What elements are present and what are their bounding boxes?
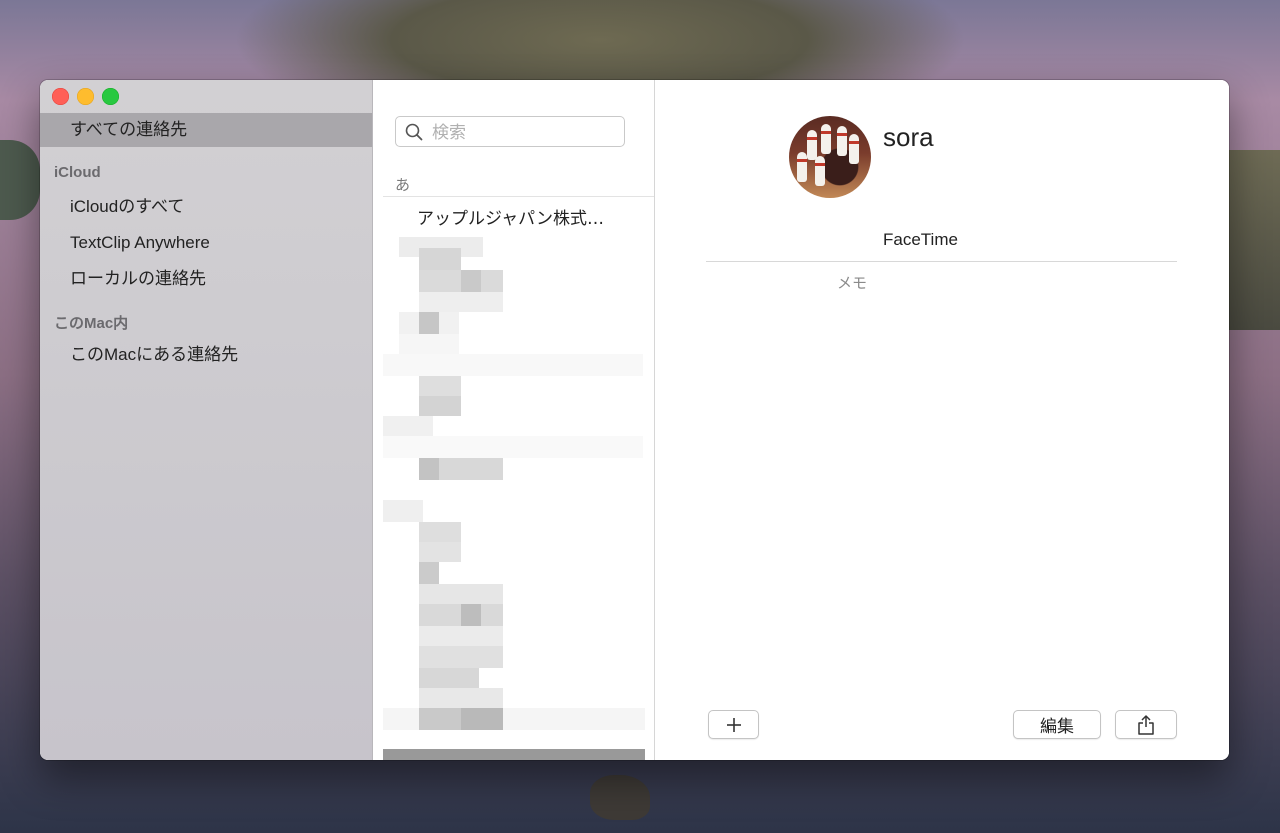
contact-row-apple-japan[interactable]: アップルジャパン株式… bbox=[417, 204, 604, 229]
contact-detail-pane: sora FaceTime メモ 編集 bbox=[655, 80, 1229, 760]
sidebar-header-icloud: iCloud bbox=[54, 164, 101, 181]
contact-avatar[interactable] bbox=[789, 116, 871, 198]
edit-button[interactable]: 編集 bbox=[1013, 710, 1101, 739]
search-field[interactable] bbox=[395, 116, 625, 147]
share-button[interactable] bbox=[1115, 710, 1177, 739]
detail-divider bbox=[706, 261, 1177, 262]
search-icon bbox=[405, 123, 423, 141]
section-header-a: あ bbox=[395, 176, 411, 194]
maximize-button[interactable] bbox=[102, 88, 119, 105]
section-divider bbox=[383, 196, 654, 197]
minimize-button[interactable] bbox=[77, 88, 94, 105]
desktop-background-islet bbox=[590, 775, 650, 820]
contact-list-pane: あ アップルジャパン株式… bbox=[373, 80, 655, 760]
share-icon bbox=[1138, 714, 1154, 735]
contact-name: sora bbox=[883, 122, 934, 152]
sidebar-item-local-contacts[interactable]: ローカルの連絡先 bbox=[40, 262, 372, 296]
search-input[interactable] bbox=[430, 121, 614, 145]
close-button[interactable] bbox=[52, 88, 69, 105]
desktop-background bbox=[0, 140, 40, 220]
add-button[interactable] bbox=[708, 710, 759, 739]
sidebar-item-all-contacts[interactable]: すべての連絡先 bbox=[40, 113, 372, 147]
window-controls bbox=[52, 88, 119, 105]
sidebar-item-mac-contacts[interactable]: このMacにある連絡先 bbox=[40, 338, 372, 372]
sidebar: すべての連絡先 iCloud iCloudのすべて TextClip Anywh… bbox=[40, 80, 373, 760]
facetime-label[interactable]: FaceTime bbox=[883, 230, 958, 250]
desktop-background-rock bbox=[1229, 150, 1280, 330]
sidebar-item-textclip-anywhere[interactable]: TextClip Anywhere bbox=[40, 226, 372, 260]
sidebar-header-this-mac: このMac内 bbox=[54, 315, 129, 332]
memo-label: メモ bbox=[837, 274, 868, 292]
horizontal-scrollbar[interactable] bbox=[383, 749, 645, 760]
sidebar-item-icloud-all[interactable]: iCloudのすべて bbox=[40, 190, 372, 224]
contacts-window: すべての連絡先 iCloud iCloudのすべて TextClip Anywh… bbox=[40, 80, 1229, 760]
plus-icon bbox=[726, 717, 741, 732]
